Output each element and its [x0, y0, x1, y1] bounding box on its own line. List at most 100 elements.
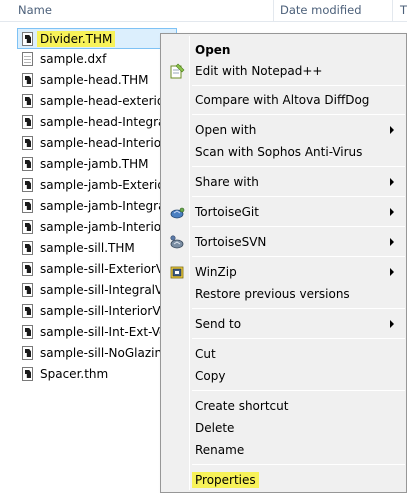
file-name: sample-head-exteriorV	[40, 94, 178, 108]
thm-file-icon	[22, 325, 33, 339]
thm-file-icon	[22, 157, 33, 171]
file-name: sample-jamb-IntegralV	[40, 199, 177, 213]
file-row[interactable]: Divider.THM	[17, 28, 177, 49]
menu-separator	[192, 256, 405, 257]
file-name: sample-sill-ExteriorVer	[40, 262, 176, 276]
thm-file-icon	[22, 94, 33, 108]
file-name: sample-sill-Int-Ext-Ver	[40, 325, 172, 339]
menu-item-tortoisesvn[interactable]: TortoiseSVN	[163, 232, 404, 252]
column-header-name[interactable]: Name	[18, 0, 273, 22]
thm-file-icon	[22, 220, 33, 234]
column-header-type[interactable]: T	[400, 0, 407, 22]
file-row[interactable]: sample-jamb-ExteriorV	[18, 175, 178, 196]
file-name: sample-head.THM	[40, 73, 149, 87]
menu-item-label: Delete	[195, 421, 235, 435]
menu-separator	[192, 338, 405, 339]
submenu-arrow-icon	[390, 178, 394, 186]
menu-item-label: Copy	[195, 369, 226, 383]
menu-separator	[192, 166, 405, 167]
thm-file-icon	[22, 199, 33, 213]
submenu-arrow-icon	[390, 238, 394, 246]
column-header-date-modified[interactable]: Date modified	[280, 0, 392, 22]
file-name: sample-jamb-ExteriorV	[40, 178, 178, 192]
tortoisesvn-icon	[169, 234, 185, 250]
menu-item-create-shortcut[interactable]: Create shortcut	[163, 396, 404, 416]
file-row[interactable]: sample-head-IntegralV	[18, 112, 177, 133]
thm-file-icon	[22, 367, 33, 381]
file-row[interactable]: sample-sill-IntegralVer	[18, 280, 175, 301]
menu-item-edit-notepad[interactable]: Edit with Notepad++	[163, 61, 404, 81]
file-row[interactable]: sample-jamb-IntegralV	[18, 196, 177, 217]
context-menu: Open Edit with Notepad++ Compare with Al…	[160, 33, 407, 493]
winzip-icon	[169, 264, 185, 280]
menu-item-label: Create shortcut	[195, 399, 289, 413]
file-name: Spacer.thm	[40, 367, 109, 381]
menu-item-copy[interactable]: Copy	[163, 366, 404, 386]
menu-item-label: TortoiseGit	[195, 205, 259, 219]
file-row[interactable]: sample-sill-InteriorVer	[18, 301, 172, 322]
menu-item-label: Restore previous versions	[195, 287, 350, 301]
file-row[interactable]: sample-sill-Int-Ext-Ver	[18, 322, 171, 343]
menu-item-label: Compare with Altova DiffDog	[195, 93, 370, 107]
menu-item-compare-diffdog[interactable]: Compare with Altova DiffDog	[163, 90, 404, 110]
menu-separator	[192, 85, 405, 86]
menu-item-tortoisegit[interactable]: TortoiseGit	[163, 202, 404, 222]
menu-item-label: Rename	[195, 443, 245, 457]
menu-item-label: WinZip	[195, 265, 237, 279]
menu-item-winzip[interactable]: WinZip	[163, 262, 404, 282]
file-row[interactable]: sample-head.THM	[18, 70, 168, 91]
thm-file-icon	[22, 115, 33, 129]
file-name: sample-sill.THM	[40, 241, 135, 255]
file-name: sample-sill-IntegralVer	[40, 283, 175, 297]
menu-item-label: Cut	[195, 347, 216, 361]
menu-item-label: Scan with Sophos Anti-Virus	[195, 145, 363, 159]
thm-file-icon	[22, 32, 33, 46]
file-name: sample-head-IntegralV	[40, 115, 177, 129]
menu-item-share-with[interactable]: Share with	[163, 172, 404, 192]
document-file-icon	[22, 52, 33, 66]
menu-separator	[192, 308, 405, 309]
file-row[interactable]: sample-head-InteriorV	[18, 133, 174, 154]
file-name: sample.dxf	[40, 52, 107, 66]
column-separator[interactable]	[392, 0, 393, 22]
menu-item-cut[interactable]: Cut	[163, 344, 404, 364]
file-row[interactable]: sample.dxf	[18, 49, 168, 70]
submenu-arrow-icon	[390, 208, 394, 216]
thm-file-icon	[22, 136, 33, 150]
menu-item-restore-versions[interactable]: Restore previous versions	[163, 284, 404, 304]
menu-separator	[192, 114, 405, 115]
submenu-arrow-icon	[390, 320, 394, 328]
menu-item-label: Send to	[195, 317, 242, 331]
notepad-plus-plus-icon	[169, 63, 185, 79]
menu-item-open-with[interactable]: Open with	[163, 120, 404, 140]
file-row[interactable]: sample-head-exteriorV	[18, 91, 177, 112]
file-row[interactable]: sample-sill.THM	[18, 238, 168, 259]
tortoisegit-icon	[169, 204, 185, 220]
menu-separator	[192, 226, 405, 227]
menu-item-label: Properties	[192, 472, 259, 488]
thm-file-icon	[22, 73, 33, 87]
file-row[interactable]: Spacer.thm	[18, 364, 168, 385]
file-row[interactable]: sample-jamb.THM	[18, 154, 168, 175]
menu-item-open[interactable]: Open	[163, 40, 404, 60]
menu-item-properties[interactable]: Properties	[163, 470, 404, 490]
menu-item-label: TortoiseSVN	[195, 235, 267, 249]
file-row[interactable]: sample-sill-NoGlazing.	[18, 343, 174, 364]
file-row[interactable]: sample-jamb-InteriorV	[18, 217, 174, 238]
file-row[interactable]: sample-sill-ExteriorVer	[18, 259, 175, 280]
menu-item-scan-sophos[interactable]: Scan with Sophos Anti-Virus	[163, 142, 404, 162]
menu-item-label: Open with	[195, 123, 257, 137]
file-name: sample-head-InteriorV	[40, 136, 175, 150]
menu-item-label: Open	[195, 43, 231, 57]
thm-file-icon	[22, 262, 33, 276]
menu-separator	[192, 196, 405, 197]
file-name: Divider.THM	[37, 31, 116, 47]
menu-item-rename[interactable]: Rename	[163, 440, 404, 460]
file-name: sample-jamb-InteriorV	[40, 220, 175, 234]
file-name: sample-sill-NoGlazing.	[40, 346, 174, 360]
menu-item-label: Edit with Notepad++	[195, 64, 323, 78]
menu-separator	[192, 390, 405, 391]
column-separator[interactable]	[273, 0, 274, 22]
menu-item-delete[interactable]: Delete	[163, 418, 404, 438]
menu-item-send-to[interactable]: Send to	[163, 314, 404, 334]
